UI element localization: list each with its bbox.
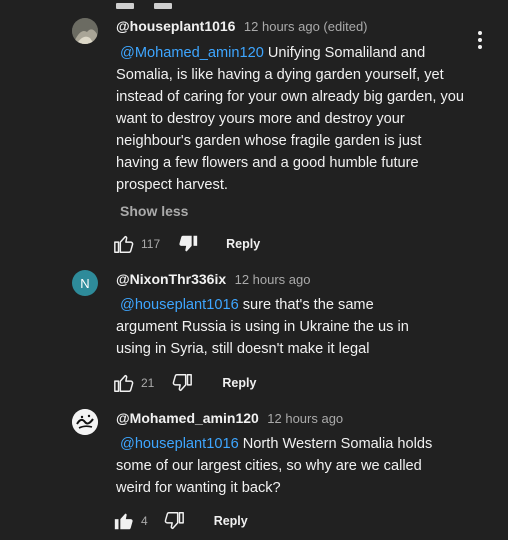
like-count: 117 xyxy=(141,237,161,251)
comment-timestamp[interactable]: 12 hours ago xyxy=(235,272,311,287)
dislike-icon[interactable] xyxy=(176,232,200,256)
reply-button[interactable]: Reply xyxy=(214,514,248,528)
houseplant-avatar-icon xyxy=(72,18,98,44)
comment-timestamp[interactable]: 12 hours ago xyxy=(267,411,343,426)
comment-body: Unifying Somaliland and Somalia, is like… xyxy=(116,45,465,193)
comment-header: @Mohamed_amin120 12 hours ago xyxy=(116,410,343,428)
avatar[interactable] xyxy=(72,409,98,435)
comment-timestamp[interactable]: 12 hours ago (edited) xyxy=(244,19,368,34)
comment-actions: 4 Reply xyxy=(112,509,248,533)
comment-text: @houseplant1016 North Western Somalia ho… xyxy=(116,433,456,499)
avatar[interactable]: N xyxy=(72,270,98,296)
comment-header: @NixonThr336ix 12 hours ago xyxy=(116,271,311,289)
comment-text: @Mohamed_amin120 Unifying Somaliland and… xyxy=(116,42,466,196)
comment-text: @houseplant1016 sure that's the same arg… xyxy=(116,294,436,360)
comment-header: @houseplant1016 12 hours ago (edited) xyxy=(116,18,368,36)
mention-link[interactable]: @houseplant1016 xyxy=(120,297,239,313)
like-icon[interactable] xyxy=(112,509,136,533)
author-name[interactable]: @Mohamed_amin120 xyxy=(116,410,259,426)
calligraphy-avatar-icon xyxy=(72,409,98,435)
show-less-button[interactable]: Show less xyxy=(120,203,188,219)
like-count: 21 xyxy=(141,376,155,390)
previous-action-bar-fragment xyxy=(116,0,192,9)
mention-link[interactable]: @Mohamed_amin120 xyxy=(120,45,264,61)
avatar[interactable] xyxy=(72,18,98,44)
more-actions-icon[interactable] xyxy=(470,28,490,52)
comment-actions: 117 Reply xyxy=(112,232,260,256)
author-name[interactable]: @NixonThr336ix xyxy=(116,271,226,287)
reply-button[interactable]: Reply xyxy=(226,237,260,251)
comment-actions: 21 Reply xyxy=(112,371,256,395)
mention-link[interactable]: @houseplant1016 xyxy=(120,436,239,452)
like-icon[interactable] xyxy=(112,371,136,395)
author-name[interactable]: @houseplant1016 xyxy=(116,18,235,34)
dislike-icon[interactable] xyxy=(162,509,186,533)
avatar-letter: N xyxy=(80,275,90,291)
like-icon[interactable] xyxy=(112,232,136,256)
like-count: 4 xyxy=(141,514,148,528)
dislike-icon[interactable] xyxy=(170,371,194,395)
reply-button[interactable]: Reply xyxy=(222,376,256,390)
